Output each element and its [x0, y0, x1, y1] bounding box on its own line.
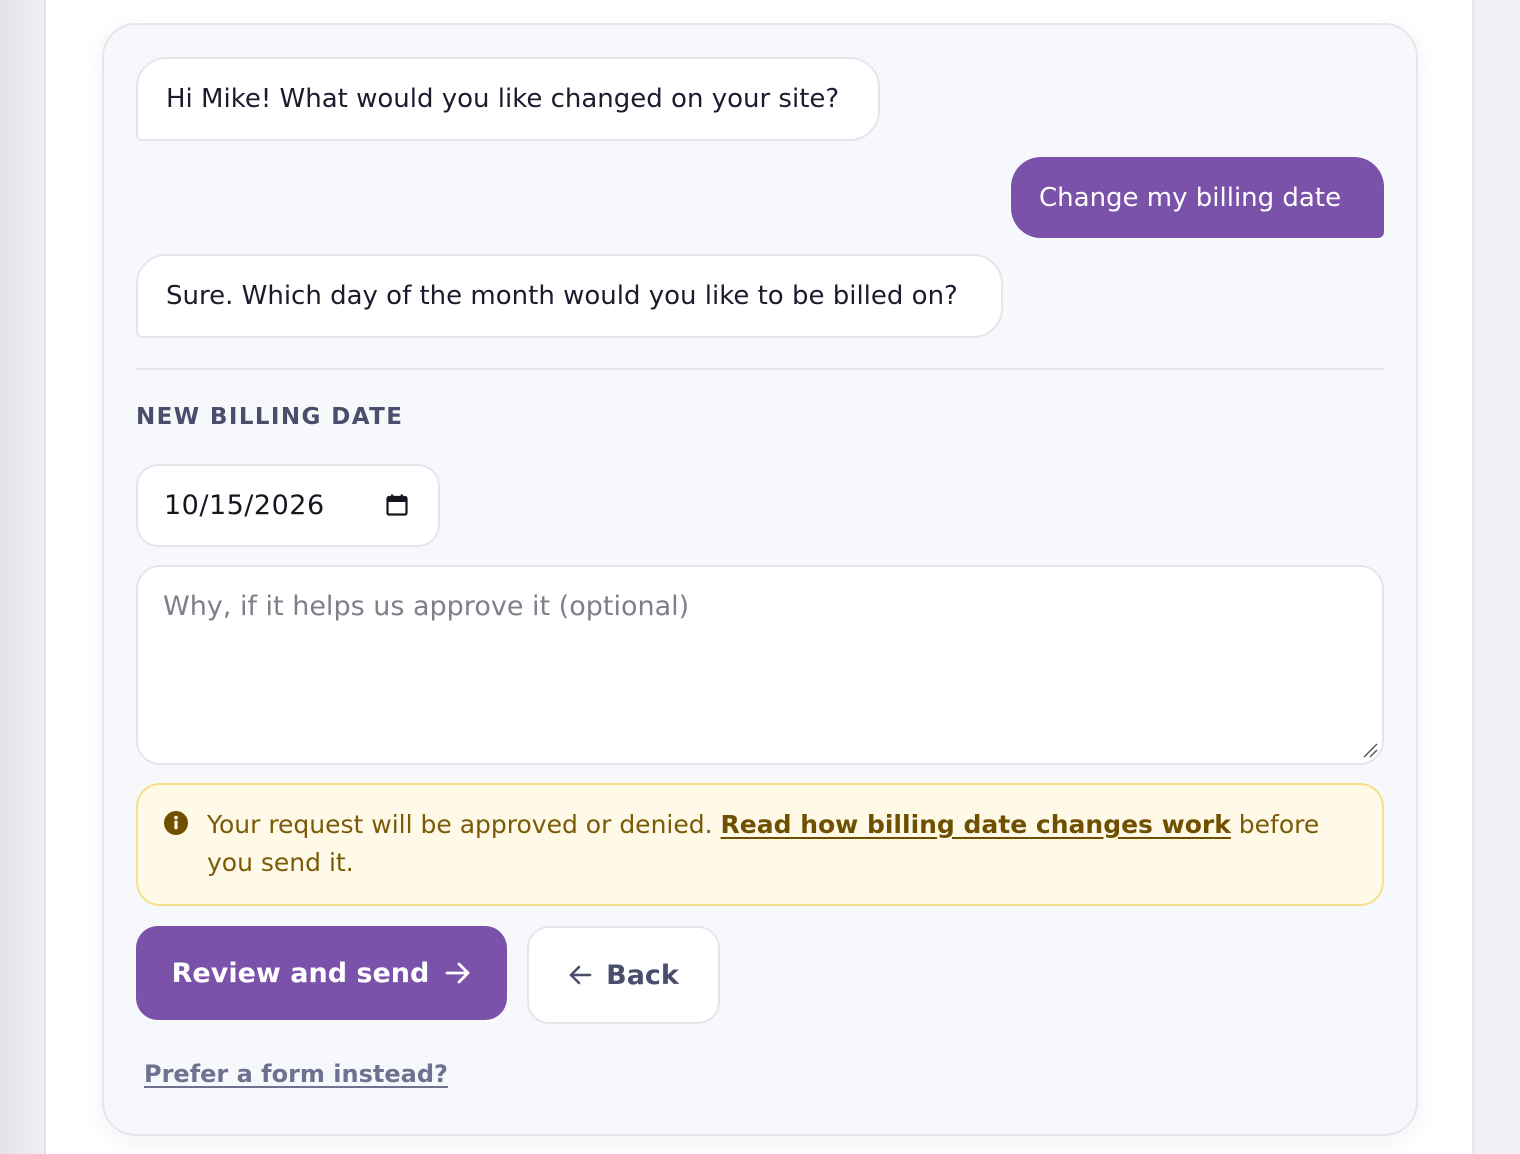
reason-textarea[interactable]	[136, 565, 1384, 765]
info-icon	[164, 811, 188, 835]
review-and-send-label: Review and send	[171, 957, 430, 989]
user-message-text: Change my billing date	[1039, 182, 1342, 213]
notice-text: Your request will be approved or denied.…	[207, 806, 1357, 882]
user-message: Change my billing date	[1011, 157, 1384, 238]
notice-text-before: Your request will be approved or denied.	[207, 810, 721, 839]
back-label: Back	[606, 959, 679, 991]
billing-date-label: NEW BILLING DATE	[136, 404, 404, 430]
bot-message-text: Sure. Which day of the month would you l…	[166, 281, 958, 311]
resize-grip-icon[interactable]	[1362, 742, 1378, 758]
bot-message: Hi Mike! What would you like changed on …	[136, 57, 880, 141]
review-and-send-button[interactable]: Review and send	[136, 926, 507, 1020]
arrow-right-icon	[445, 962, 470, 984]
prefer-form-link[interactable]: Prefer a form instead?	[144, 1058, 448, 1090]
billing-date-value: 10/15/2026	[164, 490, 325, 521]
calendar-icon[interactable]	[386, 494, 408, 516]
section-divider	[136, 368, 1384, 370]
billing-date-input[interactable]: 10/15/2026	[136, 464, 440, 547]
bot-message: Sure. Which day of the month would you l…	[136, 254, 1003, 338]
billing-info-link[interactable]: Read how billing date changes work	[721, 810, 1231, 839]
window-left-edge	[0, 0, 46, 1154]
bot-message-text: Hi Mike! What would you like changed on …	[166, 84, 840, 114]
arrow-left-icon	[569, 965, 592, 985]
back-button[interactable]: Back	[527, 926, 720, 1024]
